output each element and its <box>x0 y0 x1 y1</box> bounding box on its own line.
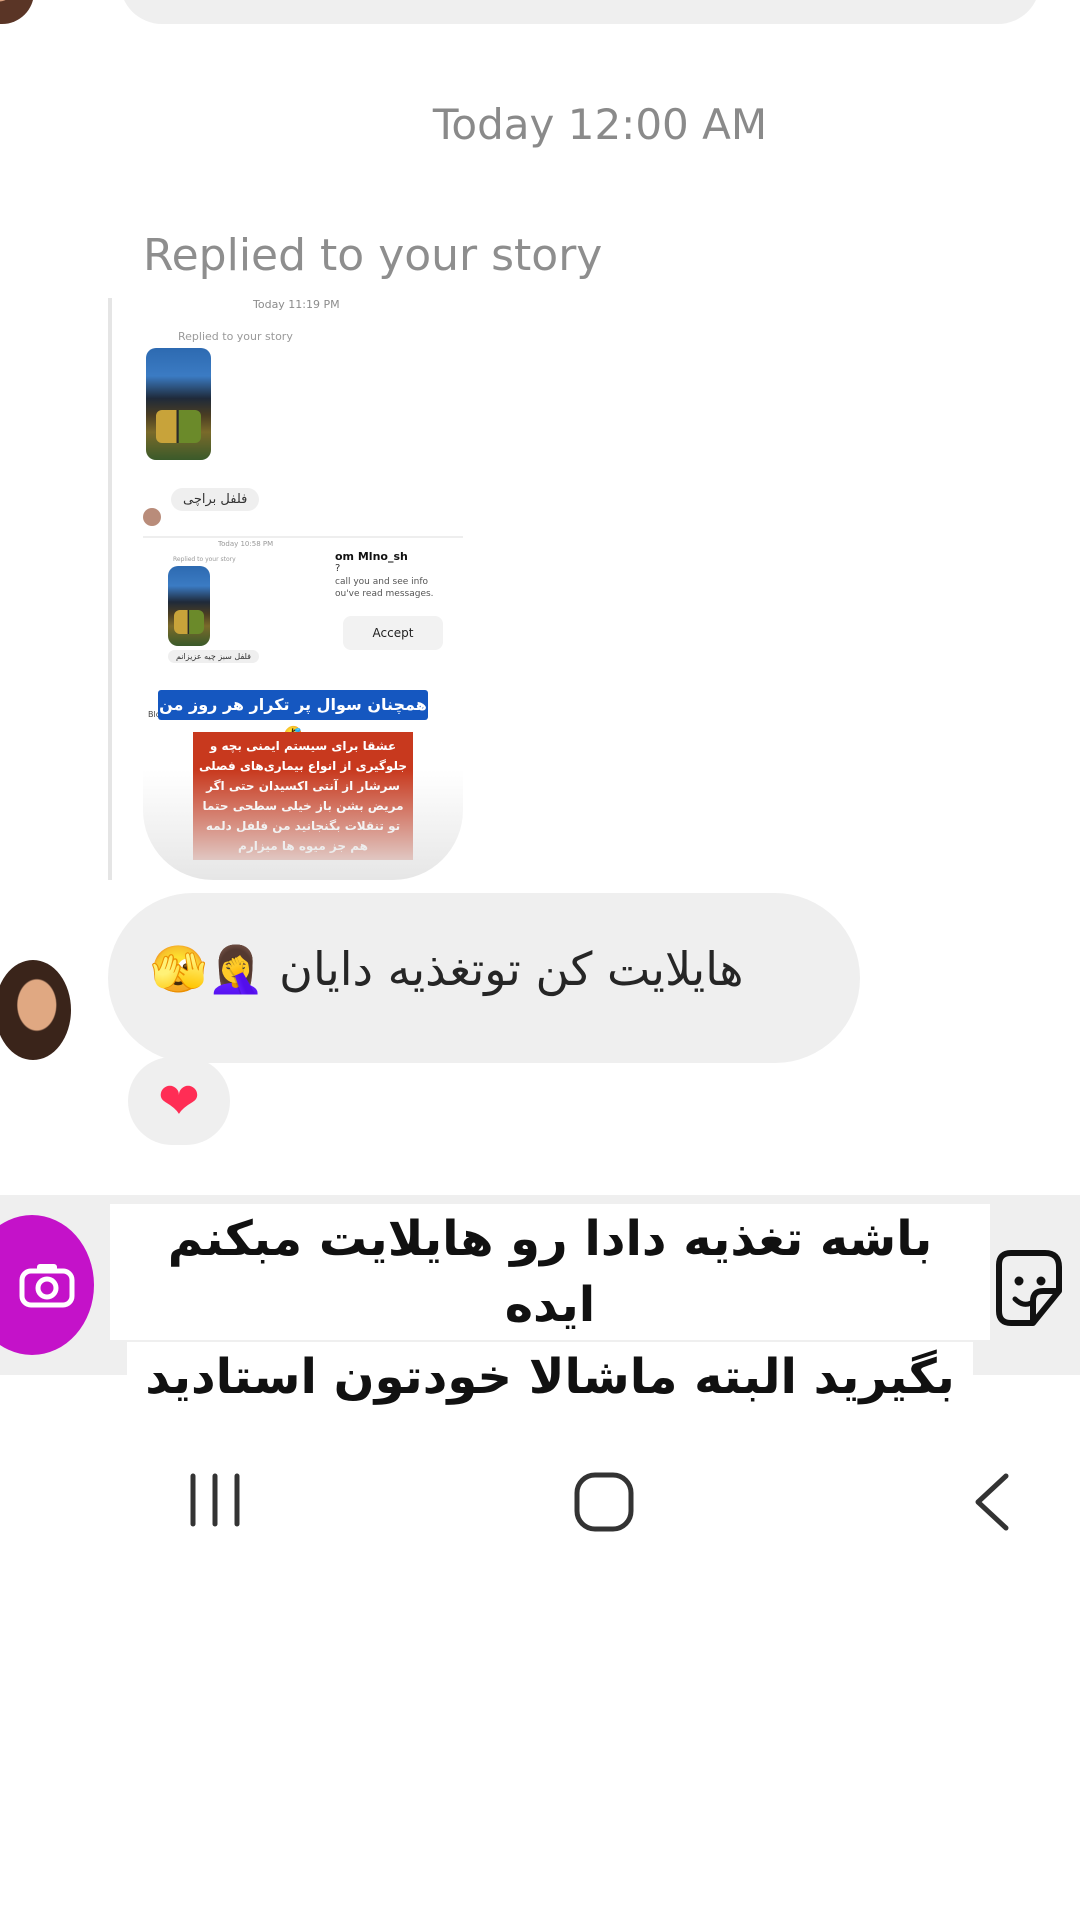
home-icon <box>574 1472 634 1532</box>
story-reply-line <box>108 298 112 880</box>
back-icon <box>975 1473 1009 1531</box>
video-caption: باشه تغذیه دادا رو هایلایت مبکنم ایده بگ… <box>110 1204 990 1414</box>
story-thumbnail <box>146 348 211 460</box>
story-fade <box>143 770 463 880</box>
story-replied-label: Replied to your story <box>178 330 293 343</box>
request-panel-question: ? <box>335 563 341 574</box>
story-replied-label-2: Replied to your story <box>173 556 236 563</box>
divider <box>143 536 463 538</box>
previous-message-bubble <box>120 0 1040 24</box>
sticker-icon <box>996 1250 1062 1326</box>
sender-avatar[interactable] <box>0 960 71 1060</box>
recents-button[interactable] <box>185 1470 245 1534</box>
request-panel-name: om Mlno_sh <box>335 550 408 563</box>
sticker-button[interactable] <box>985 1245 1071 1331</box>
message-text: هایلایت کن توتغذیه دایان 🤦‍♀️🫣 <box>150 942 744 996</box>
story-time-2: Today 10:58 PM <box>218 540 274 548</box>
story-thumbnail-2 <box>168 566 210 646</box>
story-preview[interactable]: Today 11:19 PM Replied to your story فلف… <box>143 298 463 880</box>
recents-icon <box>190 1473 240 1527</box>
chat-timestamp: Today 12:00 AM <box>432 100 768 149</box>
story-reply-bubble: فلفل براچی <box>171 488 260 511</box>
system-navigation-bar <box>0 1400 1080 1600</box>
back-button[interactable] <box>970 1470 1014 1538</box>
story-reply-bubble-2: فلفل سبز چیه عزیزانم <box>168 650 259 663</box>
accept-button: Accept <box>343 616 443 650</box>
caption-line-1: باشه تغذیه دادا رو هایلایت مبکنم ایده <box>110 1204 990 1340</box>
sender-avatar-top <box>0 0 34 24</box>
story-blue-caption: همچنان سوال پر تکرار هر روز من 🤣 <box>158 690 428 744</box>
story-time: Today 11:19 PM <box>253 298 340 311</box>
request-panel-info: call you and see info ou've read message… <box>335 577 434 599</box>
mini-avatar <box>143 508 161 526</box>
heart-reaction[interactable]: ❤ <box>128 1057 230 1145</box>
home-button[interactable] <box>572 1470 636 1538</box>
replied-to-story-label: Replied to your story <box>143 230 603 281</box>
camera-icon <box>19 1264 75 1308</box>
